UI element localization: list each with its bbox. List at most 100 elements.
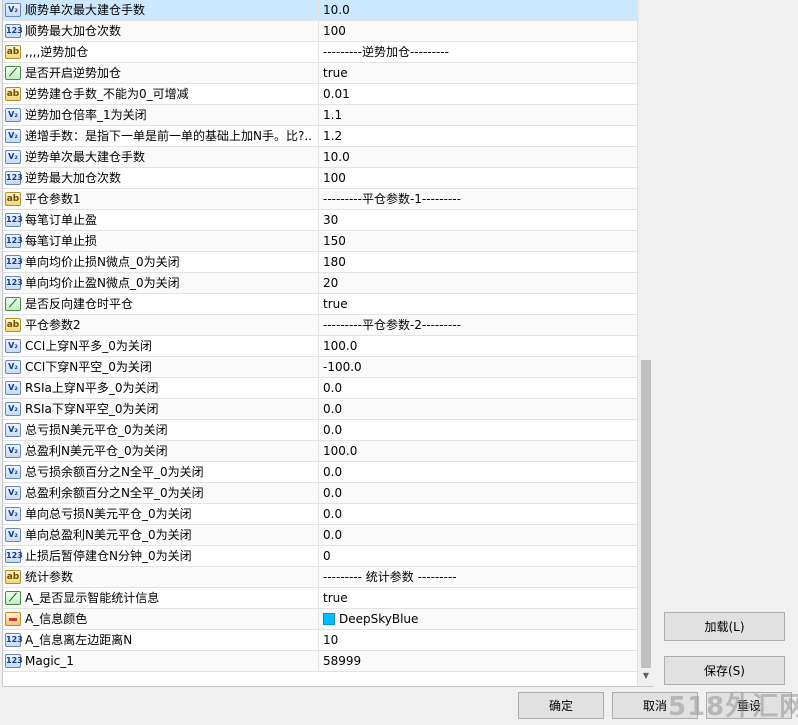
parameter-value: 1.2 (323, 129, 343, 143)
parameter-row[interactable]: 123 每笔订单止损 150 (3, 231, 638, 252)
parameter-value: 0.0 (323, 423, 343, 437)
parameter-value-cell[interactable]: 180 (323, 252, 346, 272)
parameter-value-cell[interactable]: 0.0 (323, 420, 342, 440)
parameter-value-cell[interactable]: --------- 统计参数 --------- (323, 567, 457, 587)
parameter-value-cell[interactable]: 10.0 (323, 0, 350, 20)
parameter-row[interactable]: ab 平仓参数2 ---------平仓参数-2--------- (3, 315, 638, 336)
vertical-scrollbar[interactable]: ▼ (637, 0, 654, 686)
parameter-value-cell[interactable]: 0 (323, 546, 331, 566)
parameter-row[interactable]: V₂ RSIa上穿N平多_0为关闭 0.0 (3, 378, 638, 399)
parameter-row[interactable]: 123 单向均价止盈N微点_0为关闭 20 (3, 273, 638, 294)
parameter-value-cell[interactable]: 100 (323, 168, 346, 188)
bool-icon: ⟋ (5, 66, 21, 80)
parameter-value-cell[interactable]: DeepSkyBlue (323, 609, 418, 629)
double-icon: V₂ (5, 3, 21, 17)
parameter-row[interactable]: V₂ 逆势单次最大建仓手数 10.0 (3, 147, 638, 168)
parameter-value: 0 (323, 549, 331, 563)
parameter-value: ---------平仓参数-1--------- (323, 192, 461, 206)
parameter-value: 1.1 (323, 108, 343, 122)
parameter-value-cell[interactable]: 0.0 (323, 462, 342, 482)
parameter-value-cell[interactable]: ---------逆势加仓--------- (323, 42, 449, 62)
parameter-value-cell[interactable]: 0.0 (323, 378, 342, 398)
parameter-value-cell[interactable]: ---------平仓参数-1--------- (323, 189, 461, 209)
parameter-name-cell: V₂ 逆势单次最大建仓手数 (3, 147, 319, 167)
parameter-label: 逆势单次最大建仓手数 (25, 150, 146, 164)
parameter-label: 逆势最大加仓次数 (25, 171, 122, 185)
parameter-row[interactable]: V₂ 逆势加仓倍率_1为关闭 1.1 (3, 105, 638, 126)
parameters-grid[interactable]: V₂ 顺势单次最大建仓手数 10.0 123 顺势最大加仓次数 100 ab ,,,,逆势加仓… (2, 0, 638, 686)
parameter-value-cell[interactable]: 0.0 (323, 399, 342, 419)
parameter-row[interactable]: V₂ 总亏损余额百分之N全平_0为关闭 0.0 (3, 462, 638, 483)
parameter-row[interactable]: 123 逆势最大加仓次数 100 (3, 168, 638, 189)
parameter-value-cell[interactable]: 100 (323, 21, 346, 41)
parameter-value-cell[interactable]: 20 (323, 273, 338, 293)
parameter-value-cell[interactable]: 100.0 (323, 441, 357, 461)
parameter-value-cell[interactable]: 0.0 (323, 504, 342, 524)
int-icon: 123 (5, 234, 23, 248)
parameter-row[interactable]: ab 平仓参数1 ---------平仓参数-1--------- (3, 189, 638, 210)
parameter-name-cell: V₂ 总亏损N美元平仓_0为关闭 (3, 420, 319, 440)
scrollbar-thumb[interactable] (641, 360, 651, 668)
parameter-label: 总盈利N美元平仓_0为关闭 (25, 444, 168, 458)
parameter-value-cell[interactable]: 0.0 (323, 483, 342, 503)
int-icon: 123 (5, 276, 23, 290)
parameter-row[interactable]: 123 A_信息离左边距离N 10 (3, 630, 638, 651)
parameter-value-cell[interactable]: true (323, 294, 348, 314)
parameter-value-cell[interactable]: true (323, 588, 348, 608)
parameter-row[interactable]: V₂ 顺势单次最大建仓手数 10.0 (3, 0, 638, 21)
scroll-down-icon[interactable]: ▼ (641, 670, 651, 682)
load-button[interactable]: 加载(L) (664, 612, 785, 641)
parameter-row[interactable]: V₂ 单向总盈利N美元平仓_0为关闭 0.0 (3, 525, 638, 546)
parameter-value-cell[interactable]: 100.0 (323, 336, 357, 356)
parameter-label: 总盈利余额百分之N全平_0为关闭 (25, 486, 204, 500)
parameter-row[interactable]: V₂ 递增手数：是指下一单是前一单的基础上加N手。比?.. 1.2 (3, 126, 638, 147)
parameter-label: 单向均价止损N微点_0为关闭 (25, 255, 180, 269)
parameter-row[interactable]: ⟋ 是否反向建仓时平仓 true (3, 294, 638, 315)
string-icon: ab (5, 318, 21, 332)
parameter-row[interactable]: V₂ RSIa下穿N平空_0为关闭 0.0 (3, 399, 638, 420)
parameter-value-cell[interactable]: 0.0 (323, 525, 342, 545)
parameter-value-cell[interactable]: 1.2 (323, 126, 342, 146)
parameter-row[interactable]: V₂ 总亏损N美元平仓_0为关闭 0.0 (3, 420, 638, 441)
parameter-row[interactable]: A_信息颜色 DeepSkyBlue (3, 609, 638, 630)
bool-icon: ⟋ (5, 591, 21, 605)
double-icon: V₂ (5, 423, 21, 437)
parameter-row[interactable]: V₂ 单向总亏损N美元平仓_0为关闭 0.0 (3, 504, 638, 525)
parameter-row[interactable]: 123 每笔订单止盈 30 (3, 210, 638, 231)
parameter-value-cell[interactable]: 58999 (323, 651, 361, 671)
parameter-label: 平仓参数1 (25, 192, 81, 206)
parameter-row[interactable]: ab 统计参数 --------- 统计参数 --------- (3, 567, 638, 588)
grid-border (2, 686, 654, 687)
parameter-row[interactable]: V₂ CCI上穿N平多_0为关闭 100.0 (3, 336, 638, 357)
parameter-row[interactable]: ab ,,,,逆势加仓 ---------逆势加仓--------- (3, 42, 638, 63)
parameter-value: 20 (323, 276, 339, 290)
parameter-value-cell[interactable]: 10.0 (323, 147, 350, 167)
parameter-value-cell[interactable]: ---------平仓参数-2--------- (323, 315, 461, 335)
parameter-row[interactable]: ab 逆势建仓手数_不能为0_可增减 0.01 (3, 84, 638, 105)
parameter-name-cell: 123 止损后暂停建仓N分钟_0为关闭 (3, 546, 319, 566)
ok-button[interactable]: 确定 (518, 692, 604, 719)
parameter-value-cell[interactable]: 1.1 (323, 105, 342, 125)
parameter-row[interactable]: 123 Magic_1 58999 (3, 651, 638, 672)
parameter-row[interactable]: 123 单向均价止损N微点_0为关闭 180 (3, 252, 638, 273)
save-button[interactable]: 保存(S) (664, 656, 785, 685)
parameter-row[interactable]: V₂ CCI下穿N平空_0为关闭 -100.0 (3, 357, 638, 378)
parameter-name-cell: 123 每笔订单止损 (3, 231, 319, 251)
parameter-row[interactable]: V₂ 总盈利N美元平仓_0为关闭 100.0 (3, 441, 638, 462)
parameter-value-cell[interactable]: 10 (323, 630, 338, 650)
parameter-value-cell[interactable]: 0.01 (323, 84, 350, 104)
parameter-value-cell[interactable]: 150 (323, 231, 346, 251)
parameter-row[interactable]: ⟋ 是否开启逆势加仓 true (3, 63, 638, 84)
parameter-row[interactable]: ⟋ A_是否显示智能统计信息 true (3, 588, 638, 609)
parameter-row[interactable]: 123 止损后暂停建仓N分钟_0为关闭 0 (3, 546, 638, 567)
parameter-row[interactable]: 123 顺势最大加仓次数 100 (3, 21, 638, 42)
parameter-value-cell[interactable]: 30 (323, 210, 338, 230)
parameter-name-cell: ⟋ 是否开启逆势加仓 (3, 63, 319, 83)
parameter-value-cell[interactable]: -100.0 (323, 357, 362, 377)
parameter-label: CCI上穿N平多_0为关闭 (25, 339, 152, 353)
parameter-value-cell[interactable]: true (323, 63, 348, 83)
color-swatch[interactable] (323, 613, 335, 625)
parameter-value: 30 (323, 213, 339, 227)
parameter-row[interactable]: V₂ 总盈利余额百分之N全平_0为关闭 0.0 (3, 483, 638, 504)
parameter-name-cell: ab ,,,,逆势加仓 (3, 42, 319, 62)
